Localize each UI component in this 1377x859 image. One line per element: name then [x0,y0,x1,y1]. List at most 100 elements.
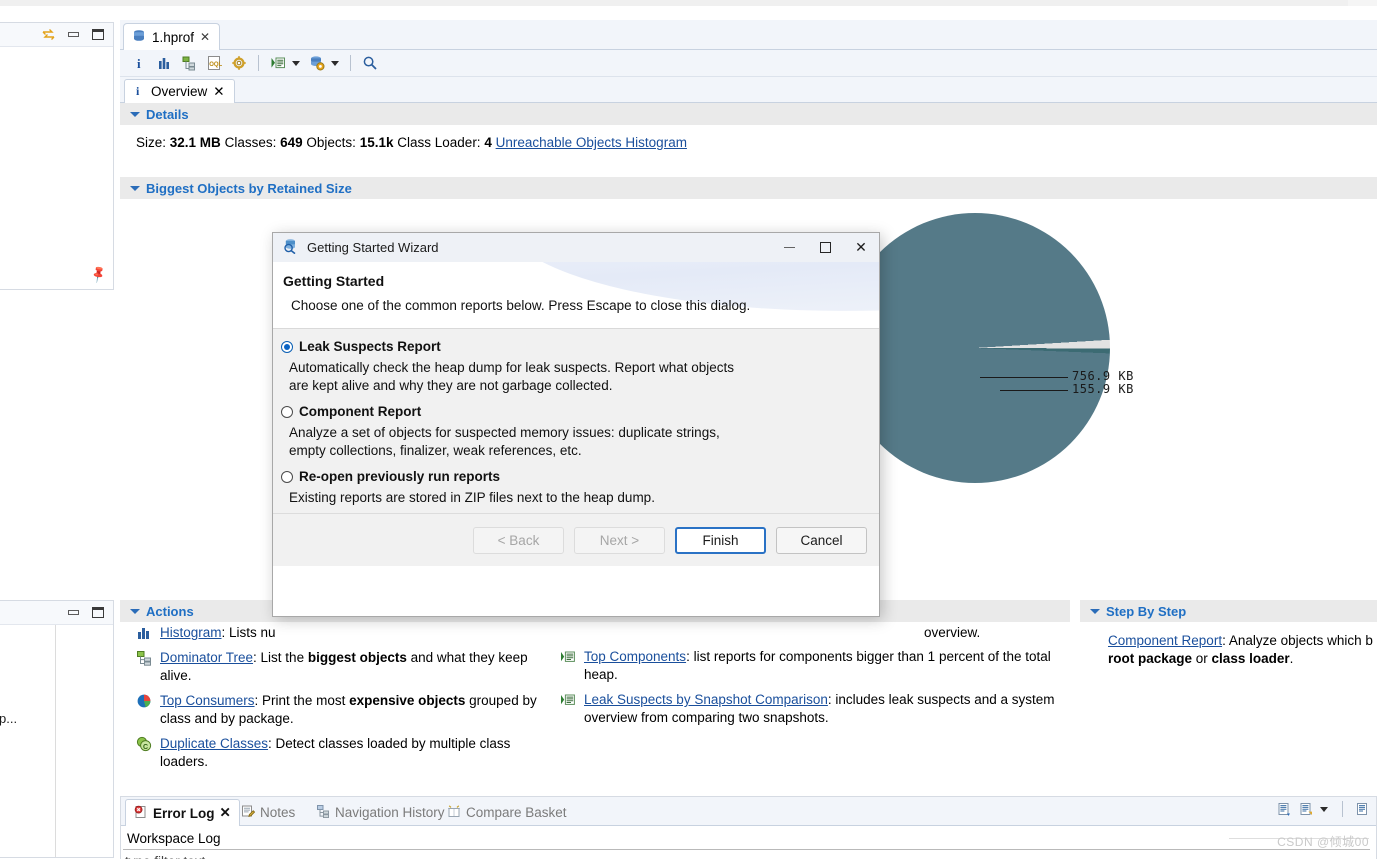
action-leak-suspects-comparison[interactable]: Leak Suspects by Snapshot Comparison: in… [560,691,1060,727]
tab-navigation-history[interactable]: Navigation History [308,799,453,826]
oql-icon[interactable]: OQL [203,52,225,74]
details-section-header[interactable]: Details [120,103,1377,125]
dominator-tree-icon[interactable] [178,52,200,74]
pie-label-a: 756.9 KB [1072,369,1134,383]
top-consumers-link[interactable]: Top Consumers [160,693,255,708]
search-icon[interactable] [359,52,381,74]
dialog-window-buttons: ✕ [771,233,879,262]
window-top-strip-right [1348,0,1377,6]
radio-component-report[interactable] [281,405,293,418]
close-icon[interactable]: ✕ [213,84,224,100]
option-leak-suspects-report[interactable]: Leak Suspects Report [281,339,879,354]
action-duplicate-classes[interactable]: C Duplicate Classes: Detect classes load… [136,735,556,771]
histogram-icon[interactable] [153,52,175,74]
tab-compare-basket[interactable]: Compare Basket [439,799,575,826]
restore-icon[interactable] [90,27,106,43]
action-top-components[interactable]: Top Components: list reports for compone… [560,648,1060,684]
reopen-reports-desc-line1: Existing reports are stored in ZIP files… [289,490,655,505]
next-button[interactable]: Next > [574,526,665,554]
component-report-mid: or [1192,651,1212,666]
left-view-bottom-toolbar [0,601,113,625]
close-icon[interactable]: ✕ [200,30,210,44]
minimize-icon[interactable] [771,233,807,262]
info-icon: i [133,83,145,100]
filter-input[interactable]: type filter text [125,854,205,859]
step-by-step-component-report[interactable]: Component Report: Analyze objects which … [1080,622,1377,668]
top-components-link[interactable]: Top Components [584,649,686,664]
leak-suspects-desc-line2: are kept alive and why they are not garb… [289,378,613,393]
query-browser-icon[interactable] [306,52,328,74]
close-icon[interactable]: ✕ [843,233,879,262]
action-histogram[interactable]: Histogram: Lists nu [136,624,556,642]
tab-overview[interactable]: i Overview ✕ [124,79,235,103]
action-dominator-tree[interactable]: Dominator Tree: List the biggest objects… [136,649,556,685]
left-view-top-toolbar [0,23,113,47]
pie-leader-line-a [980,377,1068,378]
banner-decoration [496,262,879,328]
biggest-objects-section-header[interactable]: Biggest Objects by Retained Size [120,177,1377,199]
maximize-icon[interactable] [807,233,843,262]
restore-icon[interactable] [90,605,106,621]
chevron-down-icon [130,111,140,117]
radio-reopen-reports[interactable] [281,470,293,483]
dominator-tree-link[interactable]: Dominator Tree [160,650,253,665]
editor-tab-hprof[interactable]: 1.hprof ✕ [123,23,221,50]
chevron-down-icon[interactable] [331,60,339,66]
overview-info-icon[interactable]: i [128,52,150,74]
histogram-link[interactable]: Histogram [160,625,222,640]
action-duplicate-classes-text: Duplicate Classes: Detect classes loaded… [160,735,556,771]
minimize-icon[interactable] [65,27,81,43]
dialog-banner: Getting Started Choose one of the common… [273,262,879,328]
leak-suspects-comparison-link[interactable]: Leak Suspects by Snapshot Comparison [584,692,828,707]
editor-toolbar: i OQL [120,50,1377,77]
top-consumers-desc-pre: : Print the most [254,693,350,708]
left-view-top: 📌 [0,22,114,290]
actions-header-label: Actions [146,603,194,619]
view-menu-chevron-icon[interactable] [1320,806,1328,812]
toolbar-separator [1342,801,1343,817]
objects-value: 15.1k [359,135,394,150]
dialog-heading: Getting Started [283,273,385,289]
action-overview-tail: overview. [560,624,1060,642]
duplicate-classes-link[interactable]: Duplicate Classes [160,736,268,751]
linked-with-editor-icon[interactable] [40,27,56,43]
component-report-bold-b: class loader [1211,651,1290,666]
minimize-icon[interactable] [65,605,81,621]
classes-value: 649 [280,135,303,150]
component-report-bold-a: root package [1108,651,1193,666]
pin-icon[interactable]: 📌 [88,264,108,284]
import-log-icon[interactable] [1298,801,1314,817]
window-top-strip [0,0,1377,6]
close-icon[interactable]: ✕ [220,805,231,821]
cancel-button[interactable]: Cancel [776,526,867,554]
action-top-consumers[interactable]: Top Consumers: Print the most expensive … [136,692,556,728]
classloader-value: 4 [484,135,492,150]
component-report-link[interactable]: Component Report [1108,633,1222,648]
option-reopen-reports[interactable]: Re-open previously run reports [281,469,879,484]
duplicate-classes-icon: C [136,736,153,753]
action-top-components-text: Top Components: list reports for compone… [584,648,1060,684]
chevron-down-icon[interactable] [292,60,300,66]
settings-gear-icon[interactable] [228,52,250,74]
histogram-icon [136,625,153,642]
top-consumers-desc-bold: expensive objects [349,693,466,708]
open-log-icon[interactable] [1354,801,1370,817]
notes-tab-label: Notes [260,805,296,820]
back-button[interactable]: < Back [473,526,564,554]
radio-leak-suspects-report[interactable] [281,340,293,353]
run-report-icon[interactable] [267,52,289,74]
navigation-history-icon [316,804,330,821]
finish-button[interactable]: Finish [675,526,766,554]
classloader-label: Class Loader: [397,135,481,150]
unreachable-objects-histogram-link[interactable]: Unreachable Objects Histogram [496,135,687,150]
tab-error-log[interactable]: Error Log ✕ [125,799,240,826]
error-log-tab-label: Error Log [153,805,215,821]
tab-notes[interactable]: Notes [233,799,303,826]
dialog-title-bar[interactable]: Getting Started Wizard ✕ [273,233,879,262]
svg-text:OQL: OQL [209,62,222,68]
step-by-step-section-header[interactable]: Step By Step [1080,600,1377,622]
export-log-icon[interactable] [1276,801,1292,817]
option-component-report[interactable]: Component Report [281,404,879,419]
dialog-footer: < Back Next > Finish Cancel [273,513,879,566]
component-report-desc-line1: Analyze a set of objects for suspected m… [289,425,720,440]
